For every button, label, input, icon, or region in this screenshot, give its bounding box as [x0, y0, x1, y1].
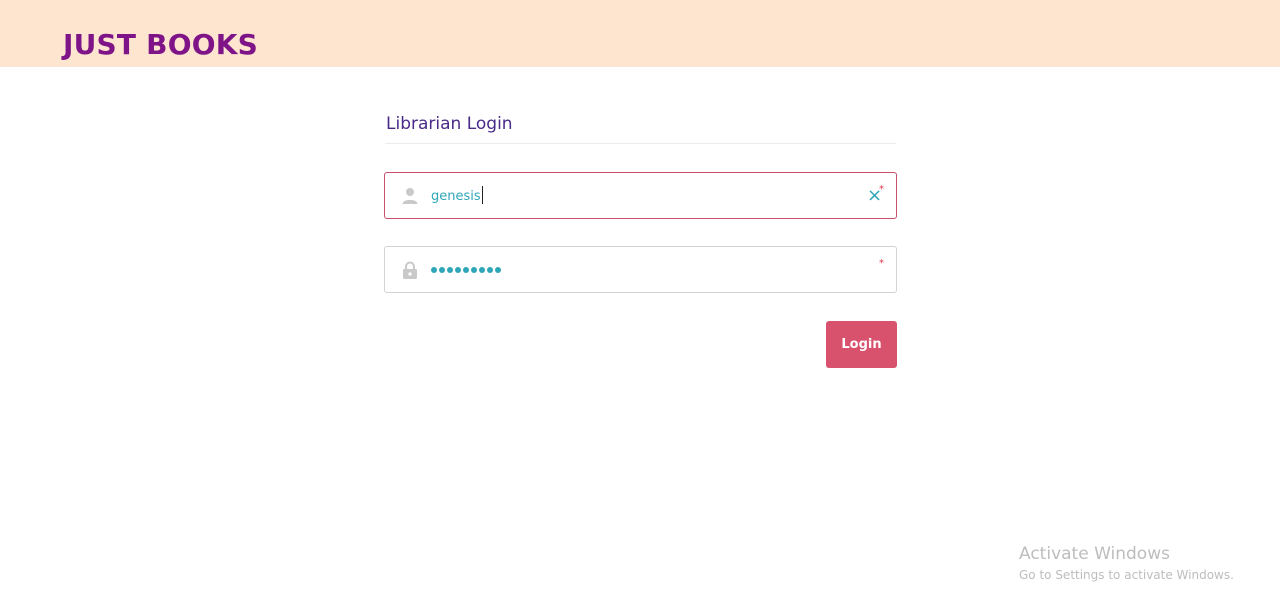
required-marker: *: [879, 184, 884, 195]
required-marker: *: [879, 258, 884, 269]
password-mask-dot: [431, 267, 437, 273]
password-field[interactable]: *: [384, 246, 897, 293]
brand-logo[interactable]: JUST BOOKS: [63, 26, 258, 64]
username-value: genesis: [431, 189, 481, 204]
lock-icon: [401, 260, 419, 280]
activate-windows-subtitle: Go to Settings to activate Windows.: [1019, 568, 1234, 582]
app-header: JUST BOOKS: [0, 0, 1280, 67]
username-input[interactable]: genesis: [431, 186, 483, 207]
password-input[interactable]: [431, 260, 501, 280]
password-mask-dot: [471, 267, 477, 273]
user-icon: [401, 186, 419, 206]
login-button[interactable]: Login: [826, 321, 897, 368]
password-mask-dot: [447, 267, 453, 273]
login-title: Librarian Login: [386, 114, 513, 134]
password-mask-dot: [487, 267, 493, 273]
password-mask-dot: [479, 267, 485, 273]
title-divider: [385, 143, 896, 144]
username-field[interactable]: genesis × *: [384, 172, 897, 219]
password-mask-dot: [455, 267, 461, 273]
activate-windows-title: Activate Windows: [1019, 544, 1170, 564]
text-cursor: [481, 186, 483, 204]
password-mask-dot: [463, 267, 469, 273]
password-mask-dot: [495, 267, 501, 273]
password-mask-dot: [439, 267, 445, 273]
